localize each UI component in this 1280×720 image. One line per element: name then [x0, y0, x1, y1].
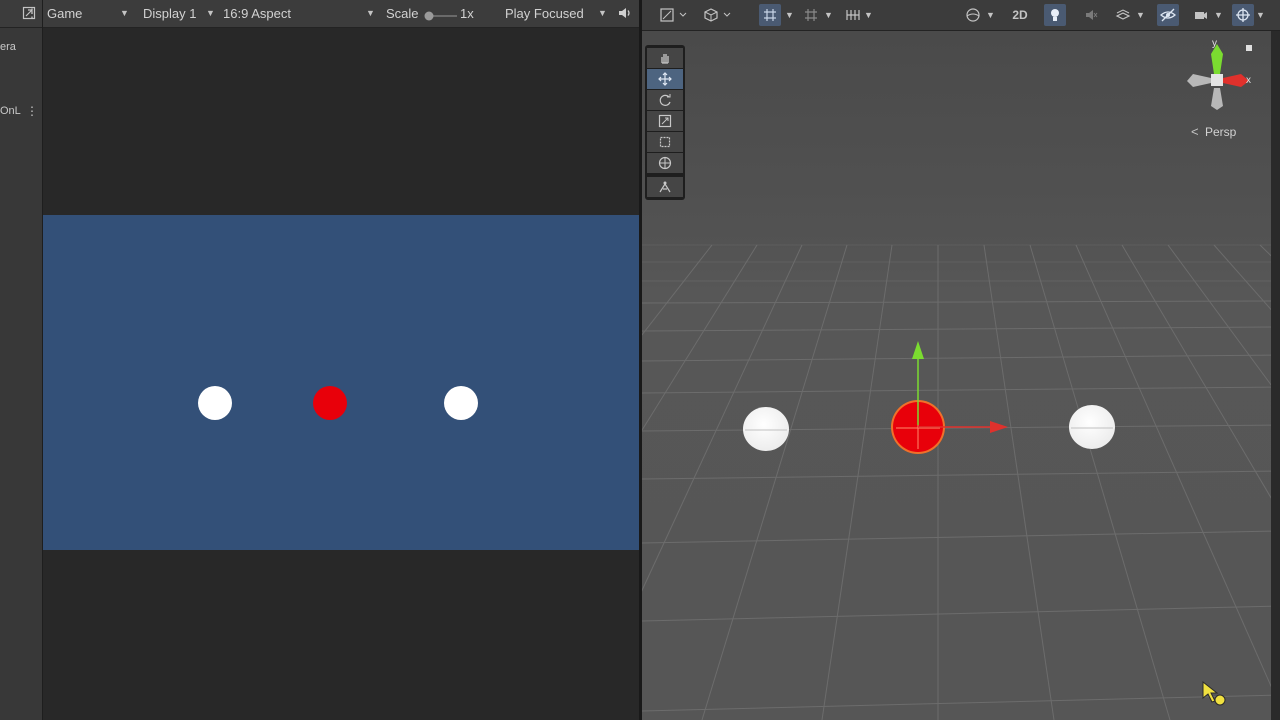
rotate-tool-icon[interactable] [647, 90, 683, 110]
aspect-selector[interactable]: 16:9 Aspect [223, 6, 291, 21]
toggle-2d-button[interactable]: 2D [1006, 4, 1034, 26]
scale-slider[interactable] [423, 9, 459, 21]
hierarchy-item-partial[interactable]: OnL [0, 105, 21, 117]
play-mode-caret-icon[interactable]: ▼ [598, 8, 607, 18]
orientation-gizmo[interactable] [1183, 40, 1255, 112]
scene-view-toolbar: ▼ ▼ ▼ ▼ 2D ▼ ▼ ▼ [642, 0, 1280, 31]
sphere-seam-left [745, 429, 787, 431]
increment-snap-caret-icon[interactable]: ▼ [864, 10, 873, 20]
hand-tool-icon[interactable] [647, 48, 683, 68]
aspect-caret-icon[interactable]: ▼ [366, 8, 375, 18]
gizmos-caret-icon[interactable]: ▼ [1256, 10, 1265, 20]
render-globe-button[interactable] [962, 4, 984, 26]
game-render-viewport[interactable] [43, 215, 639, 550]
gizmo-lock-icon[interactable] [1246, 45, 1252, 51]
red-sphere [313, 386, 347, 420]
maximize-icon[interactable] [22, 6, 36, 20]
mute-audio-icon[interactable] [617, 6, 633, 20]
white-sphere-right [444, 386, 478, 420]
sphere-seam-right [1071, 427, 1113, 429]
projection-arrow-icon[interactable]: < [1191, 124, 1199, 139]
game-view-toolbar: Game ▼ Display 1 ▼ 16:9 Aspect ▼ Scale 1… [22, 0, 639, 28]
custom-tool-icon[interactable] [647, 177, 683, 197]
display-caret-icon[interactable]: ▼ [206, 8, 215, 18]
audio-toggle-icon[interactable] [1080, 4, 1102, 26]
scene-camera-icon[interactable] [1190, 4, 1212, 26]
effects-caret-icon[interactable]: ▼ [1136, 10, 1145, 20]
mouse-cursor-icon [1202, 680, 1226, 706]
gizmo-y-label: y [1212, 38, 1217, 49]
hierarchy-panel: ⋮ era OnL ⋮ [0, 0, 43, 720]
effects-toggle-icon[interactable] [1112, 4, 1134, 26]
grid-snap-button[interactable] [759, 4, 781, 26]
rect-tool-icon[interactable] [647, 132, 683, 152]
scale-value: 1x [460, 6, 474, 21]
grid-visibility-button[interactable] [800, 4, 822, 26]
move-gizmo[interactable] [895, 335, 1015, 445]
grid-visibility-caret-icon[interactable]: ▼ [824, 10, 833, 20]
gizmos-toggle-icon[interactable] [1232, 4, 1254, 26]
render-globe-caret-icon[interactable]: ▼ [986, 10, 995, 20]
scene-camera-caret-icon[interactable]: ▼ [1214, 10, 1223, 20]
scene-visibility-icon[interactable] [1157, 4, 1179, 26]
play-mode-selector[interactable]: Play Focused [505, 6, 584, 21]
shading-mode-button[interactable] [700, 4, 736, 26]
move-tool-icon[interactable] [647, 69, 683, 89]
increment-snap-button[interactable] [842, 4, 864, 26]
scene-right-edge [1271, 31, 1280, 720]
hierarchy-item-menu-icon[interactable]: ⋮ [26, 104, 38, 118]
white-sphere-left [198, 386, 232, 420]
draw-mode-button[interactable] [656, 4, 692, 26]
lighting-toggle-icon[interactable] [1044, 4, 1066, 26]
scene-tools-panel [645, 45, 685, 200]
transform-tool-icon[interactable] [647, 153, 683, 173]
view-selector[interactable]: Game [47, 6, 82, 21]
x-axis-handle [990, 421, 1008, 433]
hierarchy-item-camera[interactable]: era [0, 41, 16, 53]
display-selector[interactable]: Display 1 [143, 6, 196, 21]
grid-snap-caret-icon[interactable]: ▼ [785, 10, 794, 20]
view-selector-caret-icon[interactable]: ▼ [120, 8, 129, 18]
scale-tool-icon[interactable] [647, 111, 683, 131]
projection-label[interactable]: Persp [1205, 125, 1236, 139]
gizmo-x-label: x [1246, 75, 1251, 86]
y-axis-handle [912, 341, 924, 359]
scale-label: Scale [386, 6, 419, 21]
